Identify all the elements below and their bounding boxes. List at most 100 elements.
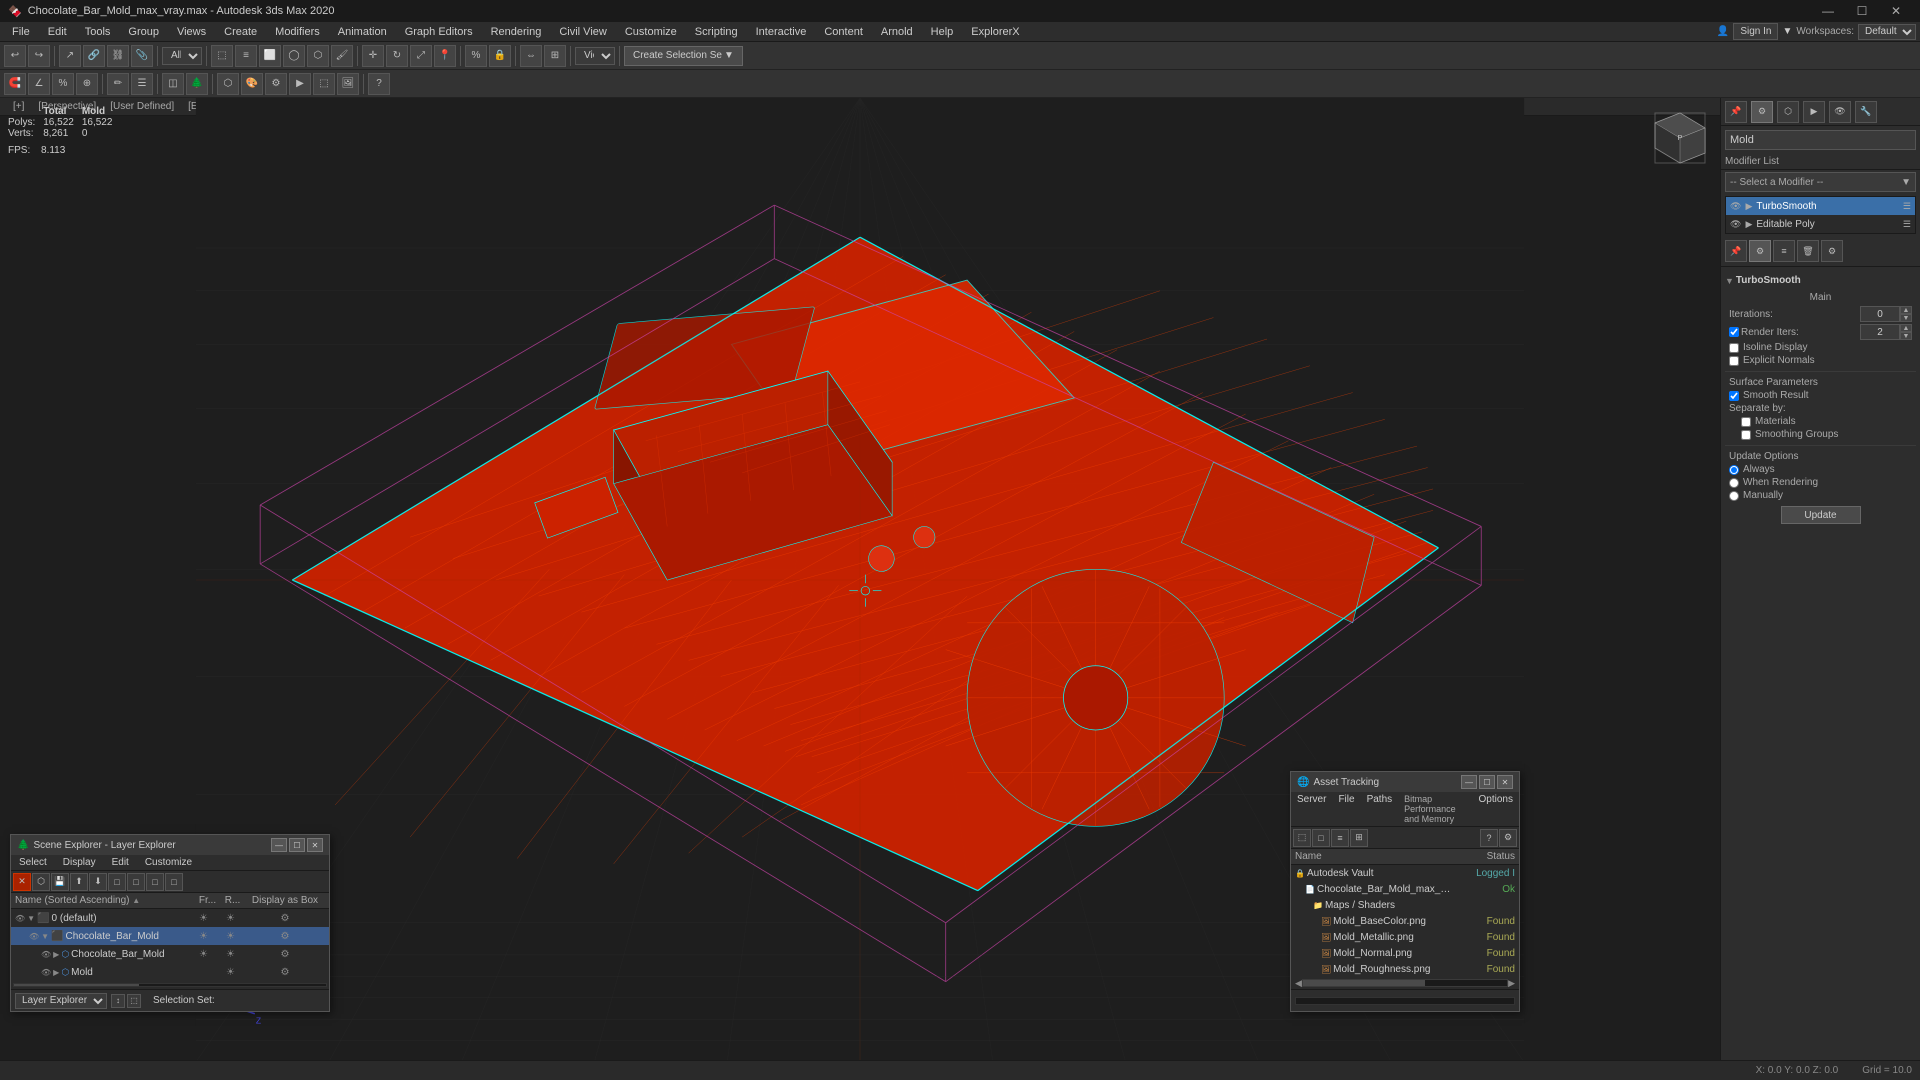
rect-select-btn[interactable]: ⬜ (259, 45, 281, 67)
bind-btn[interactable]: 📎 (131, 45, 153, 67)
at-scrollbar-track[interactable] (1302, 979, 1508, 987)
at-menu-paths[interactable]: Paths (1361, 792, 1399, 826)
asset-tracking-titlebar[interactable]: 🌐 Asset Tracking — ☐ ✕ (1291, 772, 1519, 792)
fence-btn[interactable]: ⬡ (307, 45, 329, 67)
modifier-dropdown[interactable]: -- Select a Modifier -- ▼ (1725, 172, 1916, 192)
select-object-btn[interactable]: ⬚ (211, 45, 233, 67)
mirror-btn[interactable]: ⇔ (520, 45, 542, 67)
help-btn[interactable]: ? (368, 73, 390, 95)
render-btn[interactable]: ▶ (289, 73, 311, 95)
exp-btn-f[interactable]: ⬚ (127, 994, 141, 1008)
menu-views[interactable]: Views (169, 24, 214, 40)
menu-file[interactable]: File (4, 24, 38, 40)
lasso-btn[interactable]: ◯ (283, 45, 305, 67)
ts-manually-radio[interactable] (1729, 491, 1739, 501)
exp-btn-a[interactable]: □ (108, 873, 126, 891)
exp-btn-layer[interactable]: ⬡ (32, 873, 50, 891)
exp-btn-down[interactable]: ⬇ (89, 873, 107, 891)
ts-smooth-result-checkbox[interactable] (1729, 391, 1739, 401)
filter-dropdown[interactable]: All (162, 47, 202, 65)
layer-row-mold[interactable]: 👁 ▶ ⬡ Mold ☀ ⚙ (11, 963, 329, 981)
view-dropdown[interactable]: View (575, 47, 615, 65)
menu-customize[interactable]: Customize (617, 24, 685, 40)
place-btn[interactable]: 📍 (434, 45, 456, 67)
at-row-basecolor[interactable]: 🖼 Mold_BaseColor.png Found (1291, 913, 1519, 929)
layer-row-chocolatebar[interactable]: 👁 ▼ ⬛ Chocolate_Bar_Mold ☀ ☀ ⚙ (11, 927, 329, 945)
layer-vis-mold[interactable]: 👁 (41, 968, 51, 977)
menu-create[interactable]: Create (216, 24, 265, 40)
at-btn-d[interactable]: ⊞ (1350, 829, 1368, 847)
create-selection-btn[interactable]: Create Selection Se ▼ (624, 46, 743, 66)
ts-materials-checkbox[interactable] (1741, 417, 1751, 427)
mod-tool-stack[interactable]: ≡ (1773, 240, 1795, 262)
modifier-eye-turbosmooth[interactable]: 👁 (1730, 201, 1741, 212)
render-frame-btn[interactable]: 🖼 (337, 73, 359, 95)
orientation-cube[interactable]: P (1650, 108, 1710, 168)
menu-content[interactable]: Content (816, 24, 871, 40)
layer-vis-chocolatemesh[interactable]: 👁 (41, 950, 51, 959)
paint-btn[interactable]: 🖌 (331, 45, 353, 67)
exp-btn-d[interactable]: □ (165, 873, 183, 891)
menu-group[interactable]: Group (120, 24, 167, 40)
menu-rendering[interactable]: Rendering (483, 24, 550, 40)
at-btn-c[interactable]: ≡ (1331, 829, 1349, 847)
panel-display-btn[interactable]: 👁 (1829, 101, 1851, 123)
panel-motion-btn[interactable]: ▶ (1803, 101, 1825, 123)
menu-modifiers[interactable]: Modifiers (267, 24, 328, 40)
object-name-input[interactable] (1725, 130, 1916, 150)
layer-explorer-maximize[interactable]: ☐ (289, 838, 305, 852)
asset-tracking-minimize[interactable]: — (1461, 775, 1477, 789)
asset-tracking-close[interactable]: ✕ (1497, 775, 1513, 789)
layer-explorer-minimize[interactable]: — (271, 838, 287, 852)
ts-render-iters-up[interactable]: ▲ (1900, 324, 1912, 332)
layer-row-chocolatemesh[interactable]: 👁 ▶ ⬡ Chocolate_Bar_Mold ☀ ☀ ⚙ (11, 945, 329, 963)
at-menu-bitmap[interactable]: Bitmap Performance and Memory (1398, 792, 1472, 826)
move-btn[interactable]: ✛ (362, 45, 384, 67)
exp-btn-save[interactable]: 💾 (51, 873, 69, 891)
maximize-btn[interactable]: ☐ (1846, 0, 1878, 22)
layer-row-0[interactable]: 👁 ▼ ⬛ 0 (default) ☀ ☀ ⚙ (11, 909, 329, 927)
menu-animation[interactable]: Animation (330, 24, 395, 40)
snap-toggle[interactable]: 🧲 (4, 73, 26, 95)
named-sel-sets[interactable]: ☰ (131, 73, 153, 95)
rotate-btn[interactable]: ↻ (386, 45, 408, 67)
layer-expand-mold[interactable]: ▶ (53, 968, 59, 977)
panel-hierarchy-btn[interactable]: ⬡ (1777, 101, 1799, 123)
at-menu-file[interactable]: File (1332, 792, 1360, 826)
spinner-snap[interactable]: ⊕ (76, 73, 98, 95)
ts-iterations-down[interactable]: ▼ (1900, 314, 1912, 322)
at-menu-server[interactable]: Server (1291, 792, 1332, 826)
at-scroll-right[interactable]: ▶ (1508, 978, 1515, 989)
modifier-turbosmooth[interactable]: 👁 ▶ TurboSmooth ☰ (1726, 197, 1915, 215)
at-btn-a[interactable]: ⬚ (1293, 829, 1311, 847)
panel-pin-btn[interactable]: 📌 (1725, 101, 1747, 123)
asset-tracking-list[interactable]: 🔒 Autodesk Vault Logged I 📄 Chocolate_Ba… (1291, 865, 1519, 977)
ts-always-radio[interactable] (1729, 465, 1739, 475)
modifier-eye-editablepoly[interactable]: 👁 (1730, 219, 1741, 230)
explorer-footer-dropdown[interactable]: Layer Explorer (15, 993, 107, 1009)
close-btn[interactable]: ✕ (1880, 0, 1912, 22)
at-row-maps[interactable]: 📁 Maps / Shaders (1291, 897, 1519, 913)
exp-btn-c[interactable]: □ (146, 873, 164, 891)
ts-iterations-up[interactable]: ▲ (1900, 306, 1912, 314)
mod-tool-delete[interactable]: 🗑 (1797, 240, 1819, 262)
dropdown-icon[interactable]: ▼ (1782, 26, 1792, 37)
undo-btn[interactable]: ↩ (4, 45, 26, 67)
render-region-btn[interactable]: ⬚ (313, 73, 335, 95)
at-row-metallic[interactable]: 🖼 Mold_Metallic.png Found (1291, 929, 1519, 945)
signin-button[interactable]: Sign In (1733, 23, 1778, 40)
at-row-roughness[interactable]: 🖼 Mold_Roughness.png Found (1291, 961, 1519, 977)
ts-explicit-checkbox[interactable] (1729, 356, 1739, 366)
exp-btn-up[interactable]: ⬆ (70, 873, 88, 891)
menu-edit[interactable]: Edit (40, 24, 75, 40)
scene-exp-btn[interactable]: 🌲 (186, 73, 208, 95)
layer-vis-chocolatebar[interactable]: 👁 (29, 932, 39, 941)
asset-tracking-scrollbar[interactable]: ◀ ▶ (1291, 977, 1519, 989)
layer-btn[interactable]: ⬡ (217, 73, 239, 95)
mod-tool-show[interactable]: ⚙ (1749, 240, 1771, 262)
ts-render-iters-checkbox[interactable] (1729, 327, 1739, 337)
mod-tool-pin[interactable]: 📌 (1725, 240, 1747, 262)
redo-btn[interactable]: ↪ (28, 45, 50, 67)
ts-collapse-arrow[interactable]: ▼ (1725, 276, 1734, 286)
menu-graph-editors[interactable]: Graph Editors (397, 24, 481, 40)
